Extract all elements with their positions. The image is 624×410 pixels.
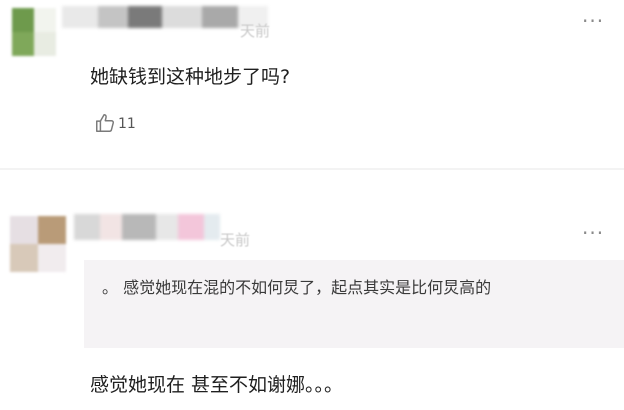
username-blurred[interactable] <box>62 6 268 28</box>
avatar[interactable] <box>12 8 56 56</box>
thumb-up-icon <box>94 112 116 134</box>
nick-pixel <box>100 214 122 240</box>
avatar-pixel <box>10 216 38 244</box>
avatar-pixel <box>38 244 66 272</box>
quoted-text: 。 感觉她现在混的不如何炅了，起点其实是比何炅高的 <box>102 278 492 297</box>
nick-pixel <box>162 6 202 28</box>
comment-item: 天前 ··· 她缺钱到这种地步了吗? 11 <box>0 0 624 168</box>
comment-text: 她缺钱到这种地步了吗? <box>90 66 291 88</box>
like-count: 11 <box>118 116 136 132</box>
nick-pixel <box>204 214 220 240</box>
avatar-pixel <box>38 216 66 244</box>
ellipsis-icon[interactable]: ··· <box>582 223 604 243</box>
nick-pixel <box>178 214 204 240</box>
like-button[interactable]: 11 <box>94 112 136 134</box>
nick-pixel <box>98 6 128 28</box>
nick-pixel <box>74 214 100 240</box>
avatar-pixel <box>34 8 56 32</box>
nick-pixel <box>62 6 98 28</box>
comment-text: 感觉她现在 甚至不如谢娜。。。 <box>90 374 344 396</box>
ellipsis-icon[interactable]: ··· <box>582 11 604 31</box>
comment-item: 天前 ··· 。 感觉她现在混的不如何炅了，起点其实是比何炅高的 感觉她现在 甚… <box>0 178 624 410</box>
comment-time: 天前 <box>240 22 271 40</box>
avatar-pixel <box>12 8 34 32</box>
divider <box>0 168 624 170</box>
quoted-reply[interactable]: 。 感觉她现在混的不如何炅了，起点其实是比何炅高的 <box>84 260 624 348</box>
comment-time: 天前 <box>220 231 251 249</box>
avatar-pixel <box>12 32 34 56</box>
avatar[interactable] <box>10 216 66 272</box>
nick-pixel <box>122 214 156 240</box>
username-blurred[interactable] <box>74 214 220 240</box>
nick-pixel <box>156 214 178 240</box>
nick-pixel <box>128 6 162 28</box>
nick-pixel <box>202 6 238 28</box>
avatar-pixel <box>34 32 56 56</box>
avatar-pixel <box>10 244 38 272</box>
